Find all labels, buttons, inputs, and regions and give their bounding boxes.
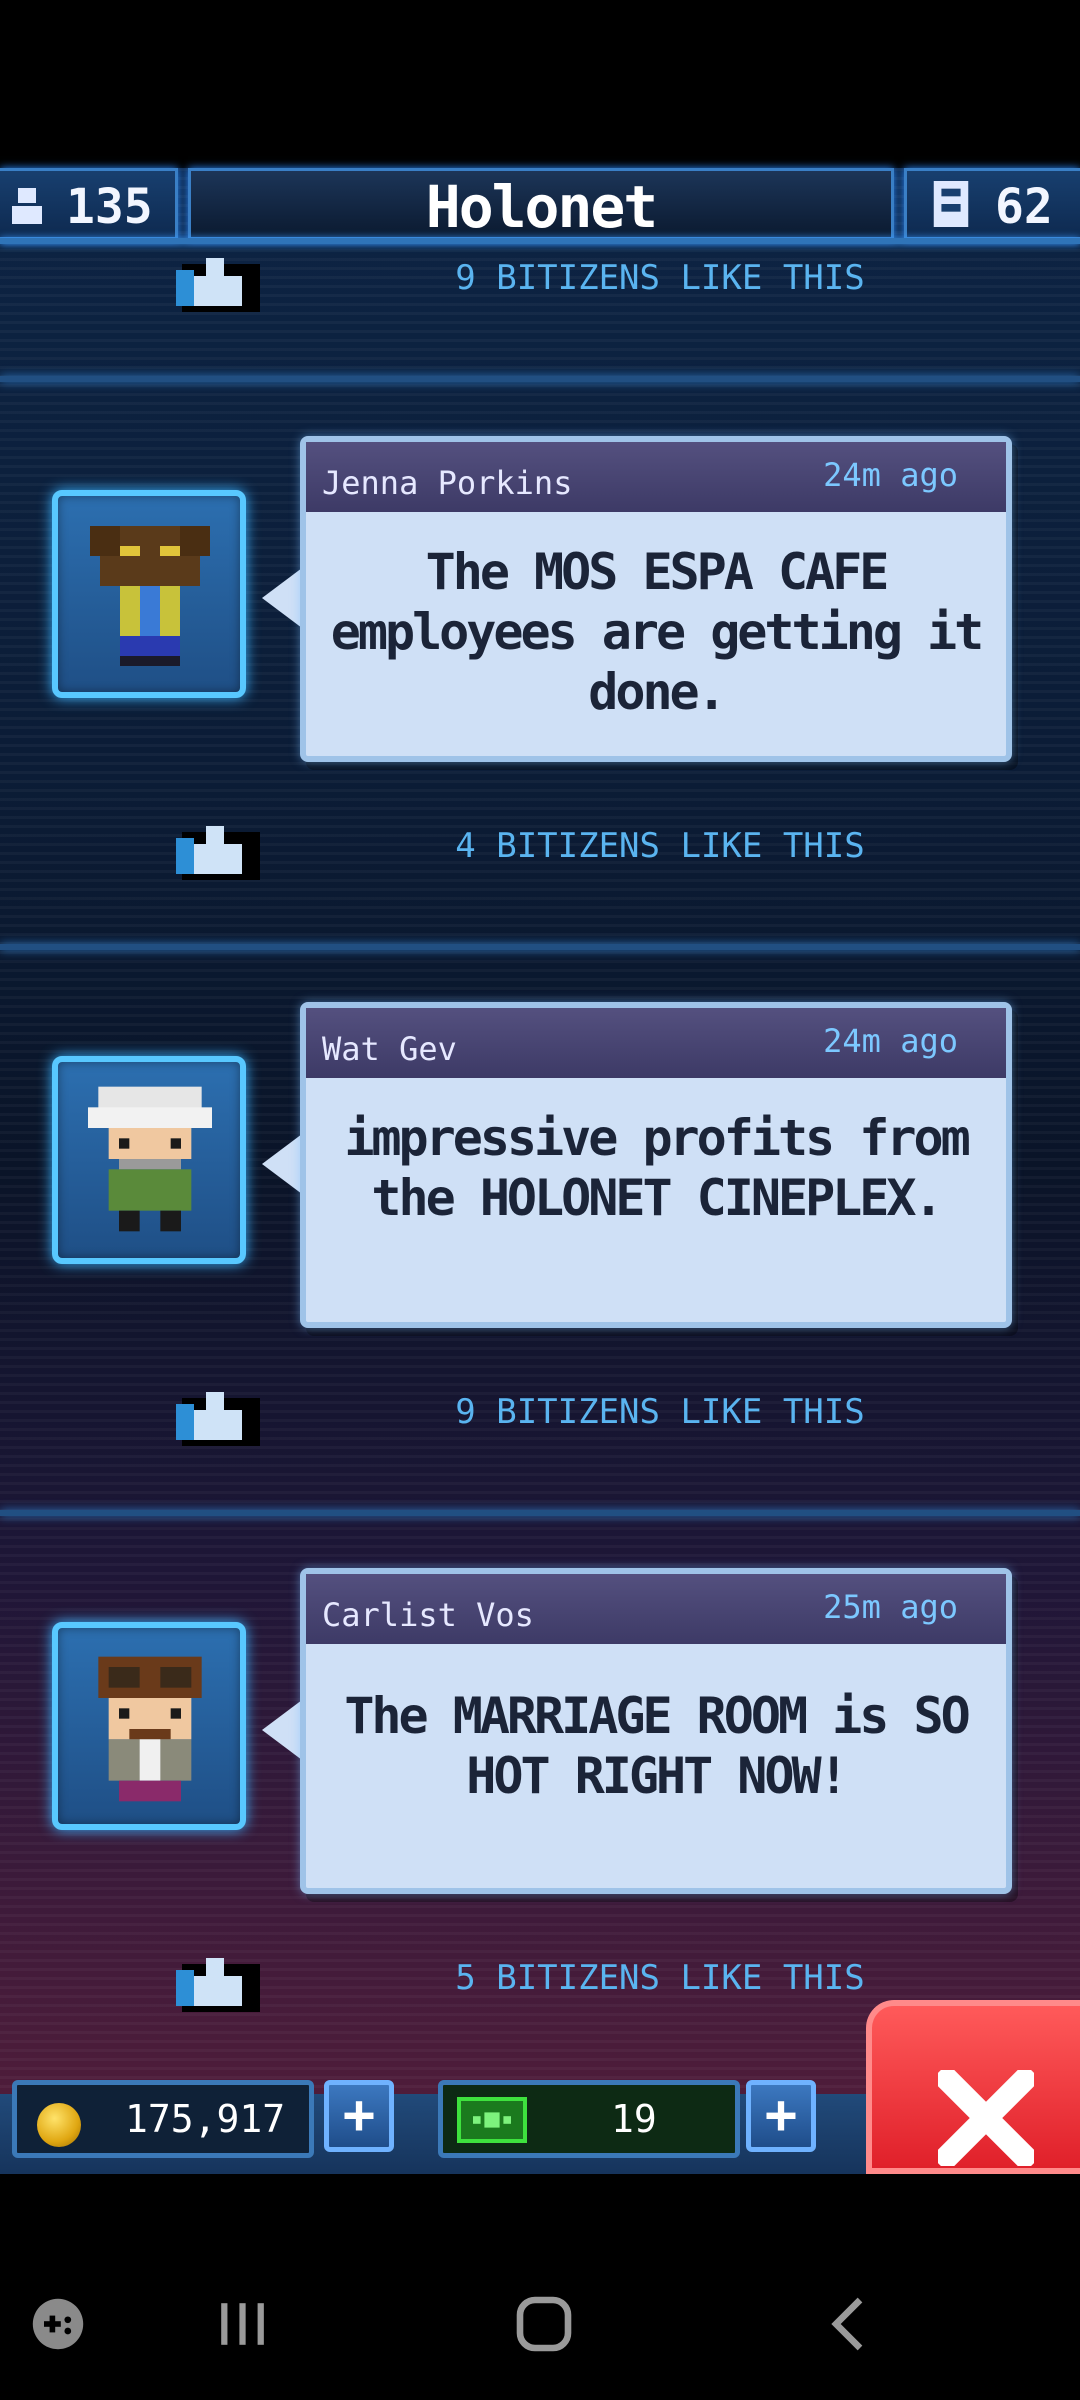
bubble-tail xyxy=(262,1134,302,1194)
likes-count: 9 BITIZENS LIKE THIS xyxy=(455,1392,865,1432)
post-time: 24m ago xyxy=(823,1022,958,1060)
resource-bar: 175,917 + 19 + xyxy=(0,2000,1080,2174)
author-name: Wat Gev xyxy=(322,1030,457,1068)
population-value: 135 xyxy=(66,179,153,235)
holonet-header: 135 Holonet 62 xyxy=(0,168,1080,248)
thumbs-up-icon[interactable] xyxy=(176,1952,260,2012)
page-title: Holonet xyxy=(425,173,658,241)
bitizen-portrait xyxy=(98,1656,202,1802)
bubble-header: Jenna Porkins 24m ago xyxy=(306,442,1006,512)
divider xyxy=(0,1510,1080,1516)
coin-balance: 175,917 xyxy=(12,2080,314,2158)
header-edge xyxy=(0,238,1080,244)
bubble-header: Carlist Vos 25m ago xyxy=(306,1574,1006,1644)
bux-value: 19 xyxy=(611,2097,657,2141)
bubble-tail xyxy=(262,568,302,628)
back-icon[interactable] xyxy=(826,2294,870,2354)
message-bubble: Wat Gev 24m ago impressive profits from … xyxy=(300,1002,1012,1328)
population-counter[interactable]: 135 xyxy=(0,168,178,240)
bitizen-portrait xyxy=(88,1086,212,1232)
bux-icon xyxy=(457,2097,527,2143)
post-time: 25m ago xyxy=(823,1588,958,1626)
likes-row: 9 BITIZENS LIKE THIS xyxy=(0,1386,1080,1446)
recents-icon[interactable] xyxy=(214,2298,270,2350)
floor-counter[interactable]: 62 xyxy=(904,168,1080,240)
floor-value: 62 xyxy=(995,179,1053,235)
building-icon xyxy=(933,181,969,227)
likes-row: 9 BITIZENS LIKE THIS xyxy=(0,252,1080,312)
likes-count: 5 BITIZENS LIKE THIS xyxy=(455,1958,865,1998)
bitizen-portrait xyxy=(90,526,210,666)
title-panel: Holonet xyxy=(188,168,894,241)
message-bubble: Carlist Vos 25m ago The MARRIAGE ROOM is… xyxy=(300,1568,1012,1894)
message-text: The MOS ESPA CAFE employees are getting … xyxy=(330,543,984,721)
buy-bux-button[interactable]: + xyxy=(746,2080,816,2152)
author-name: Jenna Porkins xyxy=(322,464,573,502)
buy-coins-button[interactable]: + xyxy=(324,2080,394,2152)
thumbs-up-icon[interactable] xyxy=(176,1386,260,1446)
bubble-header: Wat Gev 24m ago xyxy=(306,1008,1006,1078)
likes-row: 4 BITIZENS LIKE THIS xyxy=(0,820,1080,880)
message-text: impressive profits from the HOLONET CINE… xyxy=(344,1109,970,1227)
thumbs-up-icon[interactable] xyxy=(176,252,260,312)
bubble-tail xyxy=(262,1700,302,1760)
likes-count: 9 BITIZENS LIKE THIS xyxy=(455,258,865,298)
divider xyxy=(0,944,1080,950)
close-icon xyxy=(938,2070,1034,2166)
bux-balance: 19 xyxy=(438,2080,740,2158)
message-bubble: Jenna Porkins 24m ago The MOS ESPA CAFE … xyxy=(300,436,1012,762)
person-icon xyxy=(12,188,42,224)
home-icon[interactable] xyxy=(514,2294,574,2354)
message-text: The MARRIAGE ROOM is SO HOT RIGHT NOW! xyxy=(344,1687,970,1805)
divider xyxy=(0,376,1080,382)
game-launcher-icon[interactable] xyxy=(30,2296,86,2352)
likes-count: 4 BITIZENS LIKE THIS xyxy=(455,826,865,866)
game-screen: 135 Holonet 62 9 BITIZENS LIKE THIS Jenn… xyxy=(0,0,1080,2400)
coin-icon xyxy=(37,2103,81,2147)
avatar[interactable] xyxy=(52,490,246,698)
coin-value: 175,917 xyxy=(125,2097,286,2141)
close-button[interactable] xyxy=(866,2000,1080,2174)
avatar[interactable] xyxy=(52,1622,246,1830)
avatar[interactable] xyxy=(52,1056,246,1264)
author-name: Carlist Vos xyxy=(322,1596,534,1634)
thumbs-up-icon[interactable] xyxy=(176,820,260,880)
post-time: 24m ago xyxy=(823,456,958,494)
system-nav-bar xyxy=(0,2174,1080,2400)
bux-symbol xyxy=(473,2112,511,2128)
